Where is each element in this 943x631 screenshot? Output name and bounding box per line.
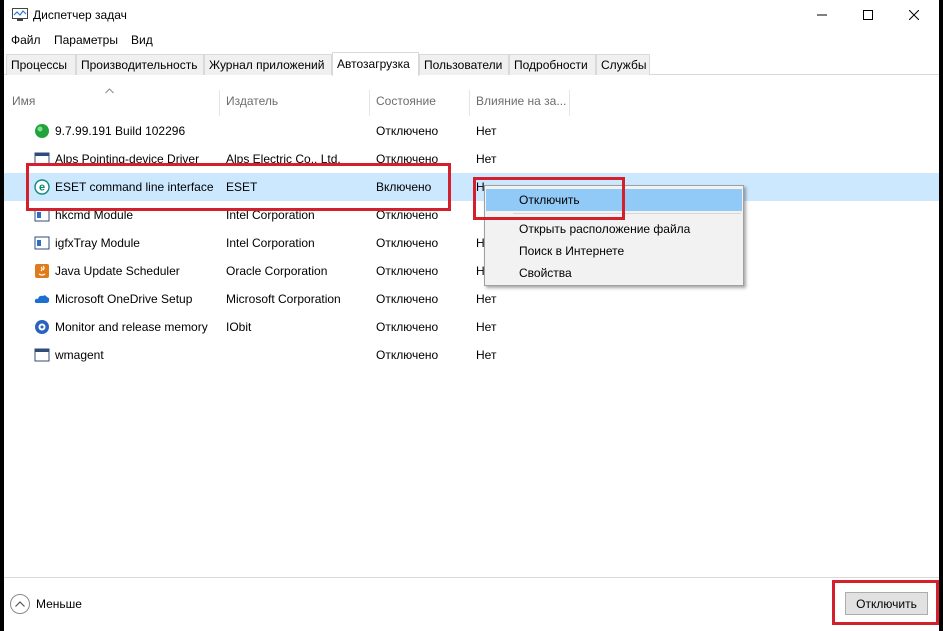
- maximize-button[interactable]: [845, 0, 891, 30]
- row-status: Отключено: [376, 264, 439, 278]
- column-name-header[interactable]: Имя: [12, 94, 35, 108]
- context-menu-properties[interactable]: Свойства: [486, 262, 742, 284]
- row-publisher: IObit: [226, 320, 252, 334]
- sort-ascending-icon: [105, 88, 114, 94]
- context-menu-disable[interactable]: Отключить: [486, 189, 742, 211]
- row-impact: Нет: [476, 292, 497, 306]
- table-row[interactable]: Java Update Scheduler Oracle Corporation…: [4, 257, 939, 285]
- table-row[interactable]: Monitor and release memory IObit Отключе…: [4, 313, 939, 341]
- menu-view[interactable]: Вид: [131, 33, 153, 47]
- row-name: hkcmd Module: [55, 208, 134, 222]
- table-row[interactable]: Alps Pointing-device Driver Alps Electri…: [4, 145, 939, 173]
- row-status: Отключено: [376, 208, 439, 222]
- column-impact-header[interactable]: Влияние на за...: [476, 94, 566, 108]
- menu-file[interactable]: Файл: [11, 33, 41, 47]
- table-row-selected[interactable]: e ESET command line interface ESET Включ…: [4, 173, 939, 201]
- eset-icon: e: [34, 179, 50, 195]
- row-impact: Нет: [476, 320, 497, 334]
- tab-processes[interactable]: Процессы: [6, 54, 76, 75]
- column-separator[interactable]: [569, 90, 570, 116]
- row-publisher: Alps Electric Co., Ltd.: [226, 152, 341, 166]
- table-row[interactable]: Microsoft OneDrive Setup Microsoft Corpo…: [4, 285, 939, 313]
- tab-details[interactable]: Подробности: [509, 54, 596, 75]
- tab-users[interactable]: Пользователи: [419, 54, 509, 75]
- fewer-details-button[interactable]: Меньше: [10, 593, 82, 615]
- svg-text:e: e: [39, 182, 45, 194]
- row-publisher: Microsoft Corporation: [226, 292, 341, 306]
- context-menu-search-online[interactable]: Поиск в Интернете: [486, 240, 742, 262]
- minimize-icon: [817, 14, 827, 16]
- column-separator[interactable]: [369, 90, 370, 116]
- close-icon: [909, 10, 919, 20]
- green-circle-icon: [35, 124, 49, 138]
- row-status: Отключено: [376, 236, 439, 250]
- column-publisher-header[interactable]: Издатель: [226, 94, 278, 108]
- row-name: igfxTray Module: [55, 236, 140, 250]
- module-icon: [34, 236, 50, 250]
- minimize-button[interactable]: [799, 0, 845, 30]
- row-status: Отключено: [376, 292, 439, 306]
- tab-performance[interactable]: Производительность: [76, 54, 204, 75]
- window-icon: [34, 152, 50, 166]
- context-menu: Отключить Открыть расположение файла Пои…: [484, 185, 744, 286]
- row-status: Отключено: [376, 320, 439, 334]
- tab-services[interactable]: Службы: [596, 54, 650, 75]
- row-name: Microsoft OneDrive Setup: [55, 292, 193, 306]
- context-menu-separator: [513, 213, 741, 214]
- row-name: Java Update Scheduler: [55, 264, 180, 278]
- row-impact: Нет: [476, 124, 497, 138]
- java-icon: [35, 264, 49, 278]
- table-row[interactable]: hkcmd Module Intel Corporation Отключено: [4, 201, 939, 229]
- row-name: Monitor and release memory: [55, 320, 208, 334]
- row-name: wmagent: [55, 348, 104, 362]
- row-status: Включено: [376, 180, 432, 194]
- table-row[interactable]: igfxTray Module Intel Corporation Отключ…: [4, 229, 939, 257]
- close-button[interactable]: [891, 0, 937, 30]
- row-name: Alps Pointing-device Driver: [55, 152, 200, 166]
- chevron-up-icon: [10, 594, 30, 614]
- row-impact: Нет: [476, 348, 497, 362]
- row-name: 9.7.99.191 Build 102296: [55, 124, 186, 138]
- window-title: Диспетчер задач: [33, 8, 127, 22]
- task-manager-window: Диспетчер задач Файл Параметры Вид Проце…: [4, 0, 939, 631]
- window-icon: [34, 348, 50, 362]
- row-publisher: ESET: [226, 180, 258, 194]
- maximize-icon: [863, 10, 873, 20]
- row-status: Отключено: [376, 152, 439, 166]
- column-status-header[interactable]: Состояние: [376, 94, 436, 108]
- context-menu-open-file-location[interactable]: Открыть расположение файла: [486, 218, 742, 240]
- row-publisher: Oracle Corporation: [226, 264, 328, 278]
- tab-app-history[interactable]: Журнал приложений: [204, 54, 332, 75]
- row-publisher: Intel Corporation: [226, 208, 315, 222]
- column-separator[interactable]: [219, 90, 220, 116]
- menu-options[interactable]: Параметры: [54, 33, 118, 47]
- title-bar: Диспетчер задач: [4, 0, 939, 30]
- task-manager-app-icon: [12, 8, 28, 21]
- row-impact: Нет: [476, 152, 497, 166]
- menu-bar: Файл Параметры Вид: [4, 30, 939, 50]
- cloud-icon: [34, 295, 50, 303]
- module-icon: [34, 208, 50, 222]
- row-publisher: Intel Corporation: [226, 236, 315, 250]
- column-separator[interactable]: [469, 90, 470, 116]
- table-row[interactable]: 9.7.99.191 Build 102296 Отключено Нет: [4, 117, 939, 145]
- row-name: ESET command line interface: [55, 180, 214, 194]
- fewer-details-label: Меньше: [36, 597, 82, 611]
- tab-startup[interactable]: Автозагрузка: [332, 52, 419, 76]
- disable-button[interactable]: Отключить: [845, 592, 928, 615]
- tab-strip: Процессы Производительность Журнал прило…: [4, 52, 939, 76]
- memory-icon: [35, 320, 49, 334]
- table-row[interactable]: wmagent Отключено Нет: [4, 341, 939, 369]
- footer: Меньше Отключить: [4, 577, 939, 631]
- row-status: Отключено: [376, 124, 439, 138]
- row-status: Отключено: [376, 348, 439, 362]
